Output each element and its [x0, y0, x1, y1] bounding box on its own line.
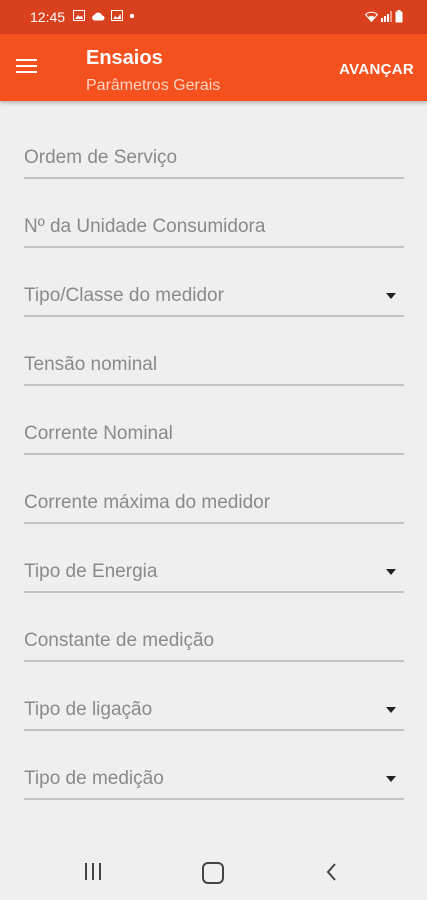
max-current-field[interactable]: Corrente máxima do medidor: [24, 479, 404, 524]
back-icon[interactable]: [322, 860, 342, 884]
cloud-icon: [92, 12, 105, 20]
field-placeholder: Ordem de Serviço: [24, 147, 178, 168]
measurement-constant-field[interactable]: Constante de medição: [24, 617, 404, 662]
menu-icon[interactable]: [16, 54, 46, 82]
consumer-unit-number-field[interactable]: Nº da Unidade Consumidora: [24, 203, 404, 248]
dropdown-arrow-icon[interactable]: [386, 569, 396, 575]
dropdown-arrow-icon[interactable]: [386, 293, 396, 299]
gallery-icon: [73, 10, 85, 21]
nominal-voltage-field[interactable]: Tensão nominal: [24, 341, 404, 386]
field-placeholder: Corrente máxima do medidor: [24, 492, 271, 513]
meter-class-dropdown[interactable]: Tipo/Classe do medidor: [24, 272, 404, 317]
signal-icon: [381, 11, 392, 22]
home-icon[interactable]: [202, 862, 224, 884]
field-placeholder: Corrente Nominal: [24, 423, 173, 444]
system-icons: [365, 10, 403, 23]
status-time: 12:45: [30, 9, 66, 25]
notification-icons: [73, 10, 135, 21]
status-bar: 12:45: [0, 0, 427, 34]
field-placeholder: Tipo de Energia: [24, 561, 158, 582]
field-placeholder: Tipo/Classe do medidor: [24, 285, 224, 306]
dropdown-arrow-icon[interactable]: [386, 707, 396, 713]
dropdown-arrow-icon[interactable]: [386, 776, 396, 782]
app-bar: Ensaios Parâmetros Gerais AVANÇAR: [0, 34, 427, 101]
battery-icon: [395, 10, 403, 23]
parameters-form: Ordem de Serviço Nº da Unidade Consumido…: [24, 134, 404, 824]
wifi-icon: [365, 11, 378, 22]
field-placeholder: Tensão nominal: [24, 354, 158, 375]
next-button[interactable]: AVANÇAR: [339, 61, 414, 78]
field-placeholder: Tipo de medição: [24, 768, 164, 789]
recent-apps-icon[interactable]: [82, 860, 104, 882]
nominal-current-field[interactable]: Corrente Nominal: [24, 410, 404, 455]
measurement-type-dropdown[interactable]: Tipo de medição: [24, 755, 404, 800]
field-placeholder: Nº da Unidade Consumidora: [24, 216, 266, 237]
field-placeholder: Tipo de ligação: [24, 699, 153, 720]
image-icon: [111, 10, 123, 21]
energy-type-dropdown[interactable]: Tipo de Energia: [24, 548, 404, 593]
system-nav-bar: [0, 846, 427, 900]
page-subtitle: Parâmetros Gerais: [86, 77, 221, 94]
dot-icon: [129, 13, 135, 18]
page-title: Ensaios: [86, 47, 163, 69]
connection-type-dropdown[interactable]: Tipo de ligação: [24, 686, 404, 731]
field-placeholder: Constante de medição: [24, 630, 215, 651]
service-order-field[interactable]: Ordem de Serviço: [24, 134, 404, 179]
